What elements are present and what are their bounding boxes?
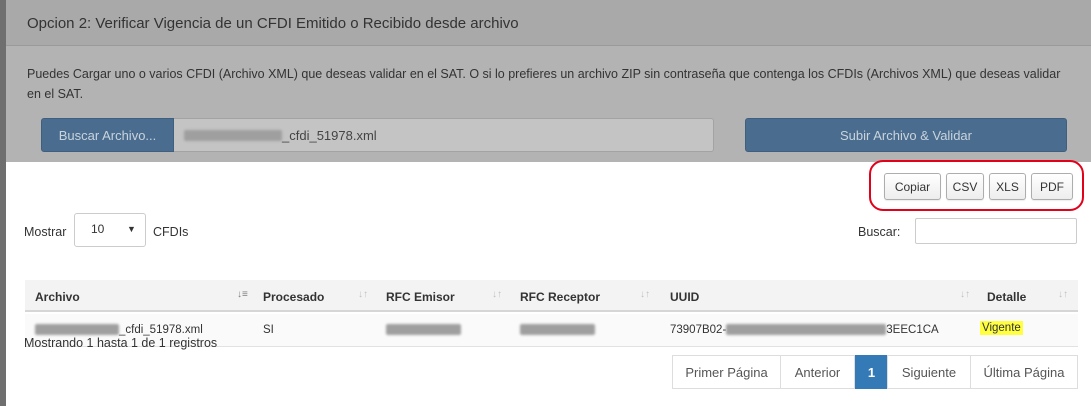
sort-icon[interactable]: ↓↑ [960, 289, 970, 300]
selected-file-field[interactable]: _cfdi_51978.xml [174, 118, 714, 152]
cell-procesado: SI [263, 324, 274, 336]
cell-uuid: 73907B02- 3EEC1CA [670, 324, 939, 336]
cell-rfc-receptor [520, 324, 595, 336]
page-length-value: 10 [91, 222, 105, 236]
sort-icon[interactable]: ↓↑ [1058, 289, 1068, 300]
redacted-uuid [726, 324, 887, 336]
uuid-suffix: 3EEC1CA [886, 324, 939, 336]
pdf-button[interactable]: PDF [1031, 173, 1073, 200]
column-header-rfc-receptor[interactable]: RFC Receptor [520, 290, 600, 304]
panel-description: Puedes Cargar uno o varios CFDI (Archivo… [27, 67, 1061, 101]
search-input[interactable] [915, 218, 1077, 244]
page-length-select[interactable]: 10 ▼ [74, 213, 146, 247]
table-info: Mostrando 1 hasta 1 de 1 registros [24, 336, 218, 350]
column-header-detalle[interactable]: Detalle [987, 290, 1026, 304]
sort-asc-icon[interactable]: ↓≡ [237, 289, 248, 300]
browse-file-button[interactable]: Buscar Archivo... [41, 118, 174, 152]
panel-title: Opcion 2: Verificar Vigencia de un CFDI … [27, 15, 519, 32]
sort-icon[interactable]: ↓↑ [640, 289, 650, 300]
redacted-rfc [35, 324, 119, 336]
upload-panel-overlay: Opcion 2: Verificar Vigencia de un CFDI … [6, 0, 1091, 162]
column-header-archivo[interactable]: Archivo [35, 290, 80, 304]
file-name-suffix: _cfdi_51978.xml [282, 127, 377, 143]
column-header-uuid[interactable]: UUID [670, 290, 699, 304]
sort-icon[interactable]: ↓↑ [492, 289, 502, 300]
redacted-rfc-emisor [386, 324, 461, 336]
pagination-previous[interactable]: Anterior [780, 355, 855, 389]
length-prefix-label: Mostrar [24, 225, 67, 239]
csv-button[interactable]: CSV [946, 173, 984, 200]
redacted-rfc [184, 129, 282, 141]
archivo-suffix: _cfdi_51978.xml [119, 324, 203, 336]
dropdown-arrow-icon: ▼ [127, 224, 136, 234]
cell-rfc-emisor [386, 324, 461, 336]
sort-icon[interactable]: ↓↑ [358, 289, 368, 300]
pagination-page-1[interactable]: 1 [855, 355, 888, 389]
xls-button[interactable]: XLS [989, 173, 1026, 200]
pagination-next[interactable]: Siguiente [887, 355, 971, 389]
column-header-rfc-emisor[interactable]: RFC Emisor [386, 290, 455, 304]
pagination-first[interactable]: Primer Página [672, 355, 781, 389]
panel-header: Opcion 2: Verificar Vigencia de un CFDI … [6, 0, 1091, 46]
redacted-rfc-receptor [520, 324, 595, 336]
table-header: Archivo ↓≡ Procesado ↓↑ RFC Emisor ↓↑ RF… [25, 280, 1078, 312]
copy-button[interactable]: Copiar [884, 173, 941, 200]
cell-archivo: _cfdi_51978.xml [35, 324, 203, 336]
length-suffix-label: CFDIs [153, 225, 189, 239]
search-label: Buscar: [858, 225, 901, 239]
upload-validate-button[interactable]: Subir Archivo & Validar [745, 118, 1067, 152]
column-header-procesado[interactable]: Procesado [263, 290, 324, 304]
uuid-prefix: 73907B02- [670, 324, 727, 336]
status-badge-vigente: Vigente [980, 321, 1023, 335]
pagination-last[interactable]: Última Página [970, 355, 1078, 389]
